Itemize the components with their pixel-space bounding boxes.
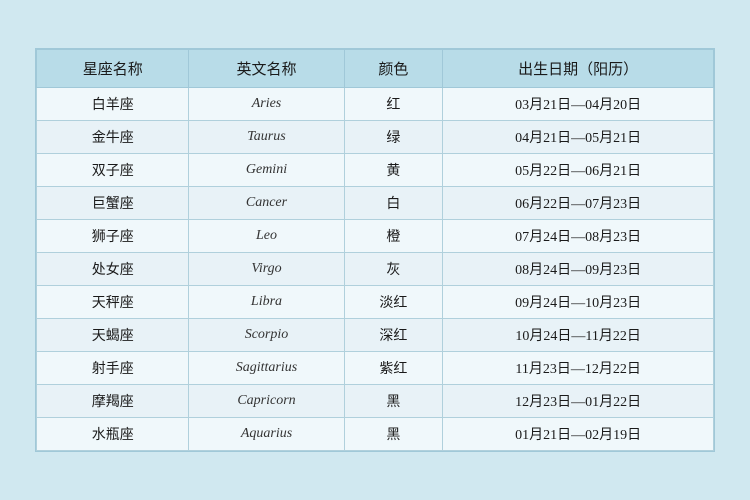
cell-dates: 11月23日—12月22日	[443, 352, 714, 385]
cell-dates: 07月24日—08月23日	[443, 220, 714, 253]
cell-color: 黄	[344, 154, 443, 187]
cell-color: 红	[344, 88, 443, 121]
header-english-name: 英文名称	[189, 50, 344, 88]
cell-english-name: Sagittarius	[189, 352, 344, 385]
table-row: 天蝎座Scorpio深红10月24日—11月22日	[37, 319, 714, 352]
cell-english-name: Aquarius	[189, 418, 344, 451]
cell-english-name: Virgo	[189, 253, 344, 286]
cell-chinese-name: 处女座	[37, 253, 189, 286]
cell-chinese-name: 天蝎座	[37, 319, 189, 352]
table-row: 狮子座Leo橙07月24日—08月23日	[37, 220, 714, 253]
cell-english-name: Scorpio	[189, 319, 344, 352]
cell-chinese-name: 射手座	[37, 352, 189, 385]
cell-english-name: Libra	[189, 286, 344, 319]
cell-color: 橙	[344, 220, 443, 253]
cell-chinese-name: 摩羯座	[37, 385, 189, 418]
table-row: 天秤座Libra淡红09月24日—10月23日	[37, 286, 714, 319]
cell-english-name: Taurus	[189, 121, 344, 154]
cell-chinese-name: 白羊座	[37, 88, 189, 121]
cell-dates: 08月24日—09月23日	[443, 253, 714, 286]
header-dates: 出生日期（阳历）	[443, 50, 714, 88]
cell-chinese-name: 巨蟹座	[37, 187, 189, 220]
table-row: 处女座Virgo灰08月24日—09月23日	[37, 253, 714, 286]
cell-chinese-name: 双子座	[37, 154, 189, 187]
cell-dates: 09月24日—10月23日	[443, 286, 714, 319]
cell-english-name: Capricorn	[189, 385, 344, 418]
table-row: 金牛座Taurus绿04月21日—05月21日	[37, 121, 714, 154]
cell-dates: 05月22日—06月21日	[443, 154, 714, 187]
cell-dates: 06月22日—07月23日	[443, 187, 714, 220]
cell-color: 白	[344, 187, 443, 220]
cell-color: 紫红	[344, 352, 443, 385]
cell-english-name: Leo	[189, 220, 344, 253]
header-chinese-name: 星座名称	[37, 50, 189, 88]
table-row: 巨蟹座Cancer白06月22日—07月23日	[37, 187, 714, 220]
cell-color: 淡红	[344, 286, 443, 319]
table-row: 水瓶座Aquarius黑01月21日—02月19日	[37, 418, 714, 451]
cell-english-name: Gemini	[189, 154, 344, 187]
cell-english-name: Aries	[189, 88, 344, 121]
cell-color: 黑	[344, 418, 443, 451]
cell-chinese-name: 狮子座	[37, 220, 189, 253]
cell-dates: 10月24日—11月22日	[443, 319, 714, 352]
cell-color: 绿	[344, 121, 443, 154]
cell-english-name: Cancer	[189, 187, 344, 220]
header-color: 颜色	[344, 50, 443, 88]
table-row: 摩羯座Capricorn黑12月23日—01月22日	[37, 385, 714, 418]
cell-chinese-name: 金牛座	[37, 121, 189, 154]
cell-color: 深红	[344, 319, 443, 352]
cell-dates: 04月21日—05月21日	[443, 121, 714, 154]
cell-dates: 03月21日—04月20日	[443, 88, 714, 121]
cell-dates: 12月23日—01月22日	[443, 385, 714, 418]
zodiac-table-container: 星座名称 英文名称 颜色 出生日期（阳历） 白羊座Aries红03月21日—04…	[35, 48, 715, 452]
cell-color: 黑	[344, 385, 443, 418]
cell-chinese-name: 水瓶座	[37, 418, 189, 451]
table-row: 双子座Gemini黄05月22日—06月21日	[37, 154, 714, 187]
table-row: 白羊座Aries红03月21日—04月20日	[37, 88, 714, 121]
table-row: 射手座Sagittarius紫红11月23日—12月22日	[37, 352, 714, 385]
table-header-row: 星座名称 英文名称 颜色 出生日期（阳历）	[37, 50, 714, 88]
cell-chinese-name: 天秤座	[37, 286, 189, 319]
cell-color: 灰	[344, 253, 443, 286]
cell-dates: 01月21日—02月19日	[443, 418, 714, 451]
zodiac-table: 星座名称 英文名称 颜色 出生日期（阳历） 白羊座Aries红03月21日—04…	[36, 49, 714, 451]
